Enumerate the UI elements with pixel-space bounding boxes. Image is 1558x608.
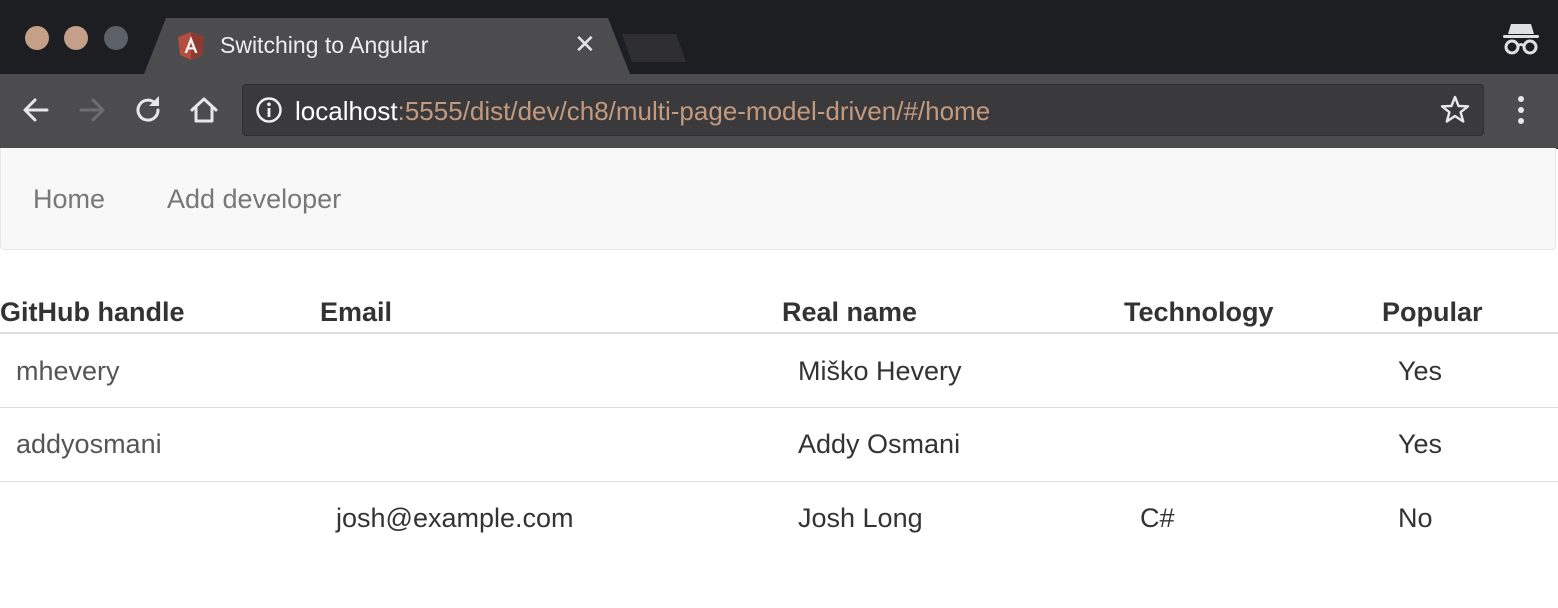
header-popular: Popular — [1382, 297, 1483, 327]
browser-toolbar: localhost:5555/dist/dev/ch8/multi-page-m… — [0, 74, 1558, 149]
cell-real-name: Josh Long — [798, 503, 923, 533]
app-navbar: Home Add developer — [0, 148, 1556, 250]
row-divider — [0, 481, 1558, 482]
reload-icon[interactable] — [130, 92, 166, 128]
cell-popular: Yes — [1398, 356, 1443, 386]
home-icon[interactable] — [186, 92, 222, 128]
cell-github-handle: mhevery — [16, 356, 120, 386]
browser-tab-active[interactable]: Switching to Angular ✕ — [144, 18, 630, 74]
cell-technology: C# — [1140, 503, 1175, 533]
browser-titlebar: Switching to Angular ✕ — [0, 0, 1558, 74]
tab-close-icon[interactable]: ✕ — [574, 31, 596, 57]
tab-title: Switching to Angular — [220, 32, 429, 58]
nav-add-developer-link[interactable]: Add developer — [167, 184, 341, 215]
back-arrow-icon[interactable] — [18, 92, 54, 128]
cell-popular: No — [1398, 503, 1433, 533]
forward-arrow-icon[interactable] — [74, 92, 110, 128]
url-text[interactable]: localhost:5555/dist/dev/ch8/multi-page-m… — [295, 96, 990, 126]
table-row: mhevery Miško Hevery Yes — [0, 334, 1558, 408]
window-maximize-button[interactable] — [104, 26, 128, 50]
nav-home-link[interactable]: Home — [33, 184, 105, 215]
bookmark-star-icon[interactable] — [1439, 94, 1471, 126]
table-row: josh@example.com Josh Long C# No — [0, 481, 1558, 555]
cell-popular: Yes — [1398, 429, 1443, 459]
row-divider — [0, 407, 1558, 408]
url-path: :5555/dist/dev/ch8/multi-page-model-driv… — [397, 96, 991, 126]
header-email: Email — [320, 297, 393, 327]
window-close-button[interactable] — [25, 26, 49, 50]
incognito-icon — [1503, 24, 1539, 55]
url-host: localhost — [295, 96, 398, 126]
cell-real-name: Addy Osmani — [798, 429, 961, 459]
header-technology: Technology — [1124, 297, 1274, 327]
cell-email: josh@example.com — [336, 503, 574, 533]
info-icon[interactable] — [255, 96, 283, 124]
browser-menu-icon[interactable] — [1506, 92, 1536, 128]
address-bar[interactable]: localhost:5555/dist/dev/ch8/multi-page-m… — [242, 84, 1484, 136]
cell-real-name: Miško Hevery — [798, 356, 962, 386]
header-github-handle: GitHub handle — [0, 297, 185, 327]
new-tab-button[interactable] — [622, 34, 686, 62]
window-minimize-button[interactable] — [64, 26, 88, 50]
cell-github-handle: addyosmani — [16, 429, 162, 459]
angular-favicon-icon — [178, 32, 204, 60]
header-real-name: Real name — [782, 297, 918, 327]
table-row: addyosmani Addy Osmani Yes — [0, 407, 1558, 481]
